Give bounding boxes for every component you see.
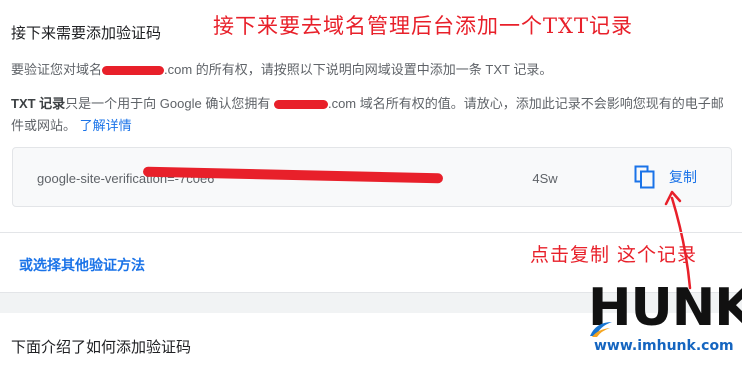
learn-more-link[interactable]: 了解详情 [80,118,132,133]
redaction-mark [273,100,328,110]
watermark-logo: HUNK www.imhunk.com [588,280,742,362]
section-divider [0,232,742,233]
annotation-click-copy: 点击复制 这个记录 [530,244,698,266]
intro-suffix: .com 的所有权，请按照以下说明向网域设置中添加一条 TXT 记录。 [164,62,553,77]
intro-prefix: 要验证您对域名 [11,62,103,77]
verification-code-box: google-site-verification=-7c0e6 4Sw 复制 [12,147,732,207]
logo-swoosh [590,322,612,337]
intro-text: 要验证您对域名 .com 的所有权，请按照以下说明向网域设置中添加一条 TXT 记… [11,59,552,78]
other-methods-link[interactable]: 或选择其他验证方法 [19,255,145,275]
annotation-add-txt: 接下来要去域名管理后台添加一个TXT记录 [213,14,633,38]
redaction-mark [102,66,165,76]
explanation-a: 只是一个用于向 Google 确认您拥有 [65,96,271,111]
explanation-text: TXT 记录只是一个用于向 Google 确认您拥有 .com 域名所有权的值。… [11,93,726,137]
code-suffix: 4Sw [532,171,558,186]
copy-icon[interactable] [634,165,656,189]
section-subtitle: 下面介绍了如何添加验证码 [11,339,192,356]
page-title: 接下来需要添加验证码 [11,25,162,42]
txt-record-label: TXT 记录 [11,96,66,111]
logo-url: www.imhunk.com [594,338,734,354]
